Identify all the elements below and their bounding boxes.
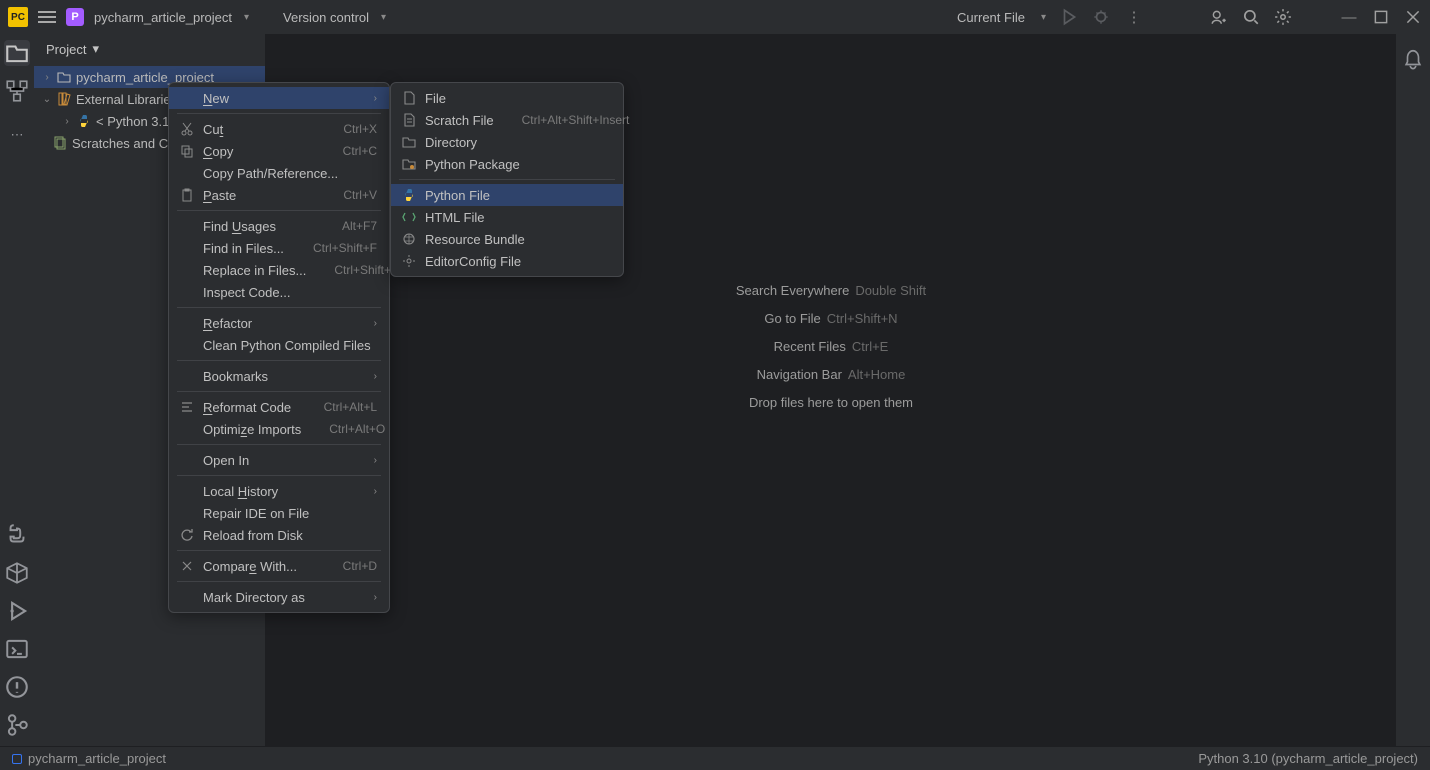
python-icon <box>76 113 92 129</box>
tree-label: < Python 3.10 <box>96 114 177 129</box>
submenu-html-file[interactable]: HTML File <box>391 206 623 228</box>
hint-goto: Go to FileCtrl+Shift+N <box>764 310 897 326</box>
title-bar: PC P pycharm_article_project ▾ Version c… <box>0 0 1430 34</box>
status-project[interactable]: pycharm_article_project <box>28 751 166 766</box>
maximize-icon[interactable] <box>1372 8 1390 26</box>
close-icon[interactable] <box>1404 8 1422 26</box>
structure-tool-button[interactable] <box>4 78 30 104</box>
folder-icon <box>56 69 72 85</box>
menu-copy[interactable]: CopyCtrl+C <box>169 140 389 162</box>
tree-label: External Libraries <box>76 92 177 107</box>
chevron-expand-icon: › <box>62 116 72 127</box>
python-console-button[interactable] <box>4 522 30 548</box>
search-icon[interactable] <box>1242 8 1260 26</box>
submenu-directory[interactable]: Directory <box>391 131 623 153</box>
hint-drop: Drop files here to open them <box>749 394 913 410</box>
problems-button[interactable] <box>4 674 30 700</box>
python-packages-button[interactable] <box>4 560 30 586</box>
chevron-expand-icon: › <box>42 72 52 83</box>
menu-new[interactable]: New› <box>169 87 389 109</box>
run-icon[interactable] <box>1060 8 1078 26</box>
services-button[interactable] <box>4 598 30 624</box>
chevron-down-icon: ▾ <box>1041 12 1046 23</box>
main-menu-button[interactable] <box>38 8 56 26</box>
context-menu: New› CutCtrl+X CopyCtrl+C Copy Path/Refe… <box>168 82 390 613</box>
submenu-file[interactable]: File <box>391 87 623 109</box>
menu-bookmarks[interactable]: Bookmarks› <box>169 365 389 387</box>
menu-mark-directory[interactable]: Mark Directory as› <box>169 586 389 608</box>
project-badge: P <box>66 8 84 26</box>
notifications-button[interactable] <box>1402 48 1424 70</box>
right-tool-strip <box>1396 34 1430 746</box>
menu-reformat[interactable]: Reformat CodeCtrl+Alt+L <box>169 396 389 418</box>
menu-copy-path[interactable]: Copy Path/Reference... <box>169 162 389 184</box>
submenu-python-file[interactable]: Python File <box>391 184 623 206</box>
submenu-scratch-file[interactable]: Scratch FileCtrl+Alt+Shift+Insert <box>391 109 623 131</box>
project-title: Project <box>46 42 86 57</box>
hint-recent: Recent FilesCtrl+E <box>774 338 889 354</box>
python-icon <box>401 187 417 203</box>
menu-paste[interactable]: PasteCtrl+V <box>169 184 389 206</box>
hint-navbar: Navigation BarAlt+Home <box>757 366 906 382</box>
run-config[interactable]: Current File <box>957 10 1025 25</box>
menu-refactor[interactable]: Refactor› <box>169 312 389 334</box>
chevron-down-icon: ▾ <box>244 12 249 23</box>
code-with-me-icon[interactable] <box>1210 8 1228 26</box>
submenu-resource-bundle[interactable]: Resource Bundle <box>391 228 623 250</box>
settings-icon[interactable] <box>1274 8 1292 26</box>
submenu-editorconfig[interactable]: EditorConfig File <box>391 250 623 272</box>
menu-local-history[interactable]: Local History› <box>169 480 389 502</box>
menu-inspect-code[interactable]: Inspect Code... <box>169 281 389 303</box>
status-icon <box>12 754 22 764</box>
status-bar: pycharm_article_project Python 3.10 (pyc… <box>0 746 1430 770</box>
menu-cut[interactable]: CutCtrl+X <box>169 118 389 140</box>
menu-reload[interactable]: Reload from Disk <box>169 524 389 546</box>
chevron-expand-icon: ⌄ <box>42 94 52 105</box>
project-tool-button[interactable] <box>4 40 30 66</box>
submenu-new: File Scratch FileCtrl+Alt+Shift+Insert D… <box>390 82 624 277</box>
library-icon <box>56 91 72 107</box>
debug-icon[interactable] <box>1092 8 1110 26</box>
left-tool-strip: ⋯ <box>0 34 34 746</box>
vcs-widget[interactable]: Version control <box>283 10 369 25</box>
chevron-down-icon: ▾ <box>381 12 386 23</box>
menu-replace-in-files[interactable]: Replace in Files...Ctrl+Shift+R <box>169 259 389 281</box>
scratch-icon <box>52 135 68 151</box>
project-name[interactable]: pycharm_article_project <box>94 10 232 25</box>
hint-search: Search EverywhereDouble Shift <box>736 282 926 298</box>
version-control-button[interactable] <box>4 712 30 738</box>
menu-compare-with[interactable]: Compare With...Ctrl+D <box>169 555 389 577</box>
submenu-python-package[interactable]: Python Package <box>391 153 623 175</box>
menu-find-usages[interactable]: Find UsagesAlt+F7 <box>169 215 389 237</box>
minimize-icon[interactable]: — <box>1340 8 1358 26</box>
menu-open-in[interactable]: Open In› <box>169 449 389 471</box>
more-tools-button[interactable]: ⋯ <box>4 122 30 148</box>
app-icon: PC <box>8 7 28 27</box>
status-interpreter[interactable]: Python 3.10 (pycharm_article_project) <box>1198 751 1418 766</box>
chevron-down-icon: ▾ <box>92 41 99 57</box>
menu-repair-ide[interactable]: Repair IDE on File <box>169 502 389 524</box>
project-title-bar[interactable]: Project ▾ <box>34 34 265 64</box>
terminal-button[interactable] <box>4 636 30 662</box>
menu-find-in-files[interactable]: Find in Files...Ctrl+Shift+F <box>169 237 389 259</box>
more-icon[interactable]: ⋮ <box>1124 8 1142 26</box>
menu-optimize-imports[interactable]: Optimize ImportsCtrl+Alt+O <box>169 418 389 440</box>
menu-clean-python[interactable]: Clean Python Compiled Files <box>169 334 389 356</box>
